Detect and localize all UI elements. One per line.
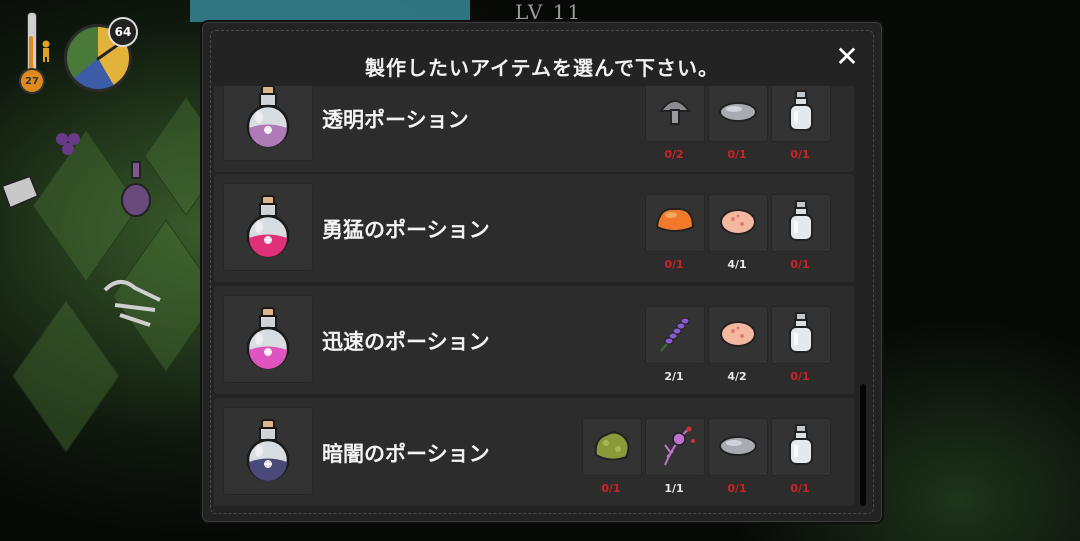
- ingredient-box: [708, 418, 768, 476]
- ingredient-box: [771, 86, 831, 142]
- ingredient-quantity: 1/1: [664, 482, 684, 495]
- skeleton-icon: [103, 280, 161, 327]
- potion-slot[interactable]: [223, 183, 313, 271]
- purple-flower-icon: [653, 423, 697, 471]
- ingredient-quantity: 0/1: [790, 482, 810, 495]
- ingredient-slot[interactable]: 0/2: [645, 86, 705, 161]
- pink-stone-icon: [716, 313, 760, 357]
- empty-bottle-icon: [786, 89, 816, 137]
- book-icon: [0, 174, 40, 210]
- grapes-icon: [56, 133, 80, 155]
- close-button[interactable]: ✕: [832, 42, 862, 72]
- recipe-row[interactable]: 迅速のポーション 2/1 4/2 0/1: [214, 286, 854, 394]
- orange-mushroom-icon: [653, 201, 697, 245]
- recipe-name: 迅速のポーション: [322, 330, 490, 354]
- ingredient-quantity: 0/1: [727, 482, 747, 495]
- potion-icon: [238, 305, 298, 375]
- ingredient-box: [708, 306, 768, 364]
- ingredient-box: [582, 418, 642, 476]
- ingredient-quantity: 0/1: [790, 258, 810, 271]
- stone-icon: [716, 425, 760, 469]
- ingredient-slot[interactable]: 0/1: [708, 418, 768, 495]
- mushroom-icon: [655, 91, 695, 135]
- potion-icon: [238, 193, 298, 263]
- ingredient-box: [708, 194, 768, 252]
- stone-icon: [716, 91, 760, 135]
- person-icon: [42, 40, 50, 62]
- dialog-title: 製作したいアイテムを選んで下さい。: [365, 56, 719, 80]
- recipe-name: 透明ポーション: [322, 108, 469, 132]
- empty-bottle-icon: [786, 423, 816, 471]
- ingredient-slot[interactable]: 0/1: [582, 418, 642, 495]
- recipe-name: 暗闇のポーション: [322, 442, 490, 466]
- ingredient-box: [645, 86, 705, 142]
- potion-icon: [238, 417, 298, 487]
- ingredient-slot[interactable]: 4/1: [708, 194, 768, 271]
- ingredient-quantity: 0/1: [790, 370, 810, 383]
- ingredient-slot[interactable]: 0/1: [771, 194, 831, 271]
- ingredient-box: [771, 418, 831, 476]
- water-tile: [190, 0, 470, 22]
- ingredient-slot[interactable]: 4/2: [708, 306, 768, 383]
- ingredient-box: [771, 306, 831, 364]
- ingredient-box: [645, 418, 705, 476]
- potion-slot[interactable]: [223, 407, 313, 495]
- ingredient-quantity: 2/1: [664, 370, 684, 383]
- ingredient-slot[interactable]: 0/1: [771, 306, 831, 383]
- recipe-row[interactable]: 暗闇のポーション 0/1 1/1 0/1 0/1: [214, 398, 854, 506]
- recipe-list[interactable]: 透明ポーション 0/2 0/1 0/1 勇猛のポーション 0/1 4/1 0/1 迅速のポー…: [214, 86, 854, 510]
- ingredient-box: [645, 306, 705, 364]
- potion-icon: [238, 86, 298, 153]
- ingredient-slot[interactable]: 0/1: [771, 418, 831, 495]
- ingredient-box: [771, 194, 831, 252]
- ingredient-quantity: 4/2: [727, 370, 747, 383]
- ingredient-quantity: 0/1: [664, 258, 684, 271]
- temperature-value: 27: [19, 68, 45, 94]
- scrollbar[interactable]: [860, 384, 866, 506]
- ingredient-slot[interactable]: 1/1: [645, 418, 705, 495]
- potion-slot[interactable]: [223, 86, 313, 161]
- recipe-name: 勇猛のポーション: [322, 218, 490, 242]
- recipe-row[interactable]: 勇猛のポーション 0/1 4/1 0/1: [214, 174, 854, 282]
- crafting-dialog: 製作したいアイテムを選んで下さい。 ✕ 透明ポーション 0/2 0/1 0/1 勇猛の…: [200, 20, 884, 524]
- ingredient-slot[interactable]: 0/1: [708, 86, 768, 161]
- empty-bottle-icon: [786, 199, 816, 247]
- potion-slot[interactable]: [223, 295, 313, 383]
- ingredient-quantity: 0/1: [790, 148, 810, 161]
- empty-bottle-icon: [786, 311, 816, 359]
- ingredient-box: [645, 194, 705, 252]
- moss-icon: [590, 425, 634, 469]
- pink-stone-icon: [716, 201, 760, 245]
- ingredient-slot[interactable]: 0/1: [771, 86, 831, 161]
- ingredient-quantity: 0/1: [727, 148, 747, 161]
- ingredient-quantity: 0/2: [664, 148, 684, 161]
- ingredient-slot[interactable]: 0/1: [645, 194, 705, 271]
- ingredient-slot[interactable]: 2/1: [645, 306, 705, 383]
- ingredient-quantity: 0/1: [601, 482, 621, 495]
- potion-bottle-icon: [121, 161, 151, 217]
- recipe-row[interactable]: 透明ポーション 0/2 0/1 0/1: [214, 86, 854, 172]
- lavender-icon: [653, 311, 697, 359]
- ingredient-box: [708, 86, 768, 142]
- ingredient-quantity: 4/1: [727, 258, 747, 271]
- day-counter: 64: [108, 17, 138, 47]
